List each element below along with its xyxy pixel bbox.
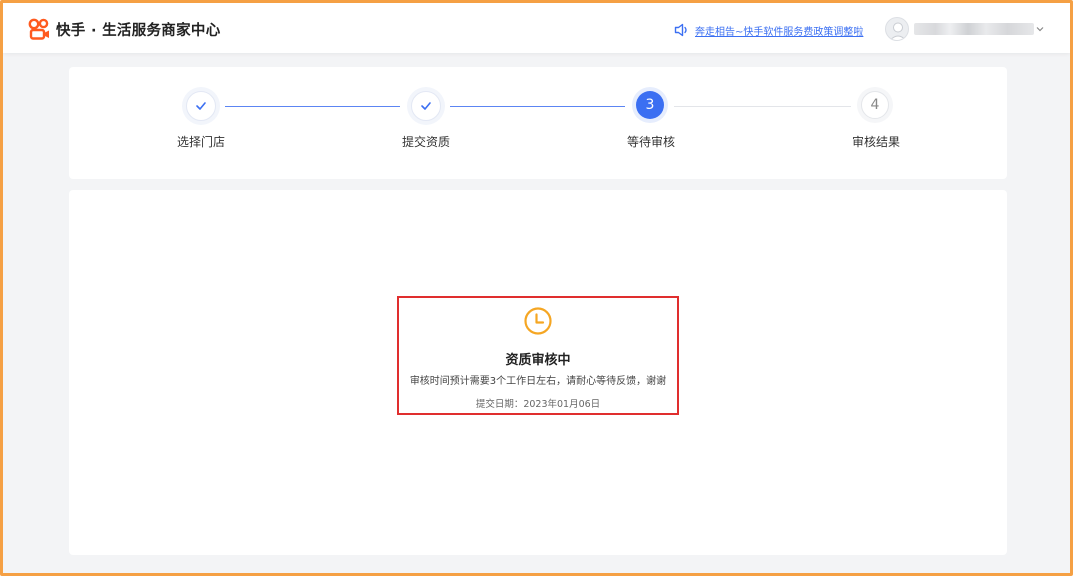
submit-date: 提交日期：2023年01月06日	[475, 399, 601, 410]
chevron-down-icon[interactable]	[1035, 24, 1045, 34]
step-1-label: 选择门店	[176, 135, 225, 149]
step-connector	[450, 106, 625, 107]
step-2-label: 提交资质	[401, 135, 450, 149]
review-status-description: 审核时间预计需要3个工作日左右，请耐心等待反馈，谢谢	[409, 376, 667, 387]
step-2-done-indicator	[411, 91, 441, 121]
step-3-label: 等待审核	[626, 135, 675, 149]
top-header: 快手 · 生活服务商家中心 奔走相告~快手软件服务费政策调整啦	[3, 3, 1070, 53]
review-status-title: 资质审核中	[505, 353, 571, 368]
step-3-active-indicator: 3	[636, 91, 664, 119]
clock-icon	[524, 307, 552, 335]
step-4-label: 审核结果	[851, 135, 900, 149]
steps-card	[69, 67, 1007, 179]
step-4-pending-indicator: 4	[861, 91, 889, 119]
speaker-icon	[674, 23, 687, 37]
kuaishou-logo[interactable]	[27, 18, 51, 40]
app-title: 快手 · 生活服务商家中心	[56, 23, 221, 39]
app-frame: 快手 · 生活服务商家中心 奔走相告~快手软件服务费政策调整啦 3 4 选择门店…	[0, 0, 1073, 576]
step-connector	[225, 106, 400, 107]
step-connector	[674, 106, 851, 107]
step-1-done-indicator	[186, 91, 216, 121]
user-icon	[889, 22, 907, 40]
avatar[interactable]	[885, 17, 909, 41]
check-icon	[196, 102, 206, 110]
username-redacted[interactable]	[914, 23, 1034, 35]
check-icon	[421, 102, 431, 110]
policy-notice-link[interactable]: 奔走相告~快手软件服务费政策调整啦	[695, 23, 863, 38]
